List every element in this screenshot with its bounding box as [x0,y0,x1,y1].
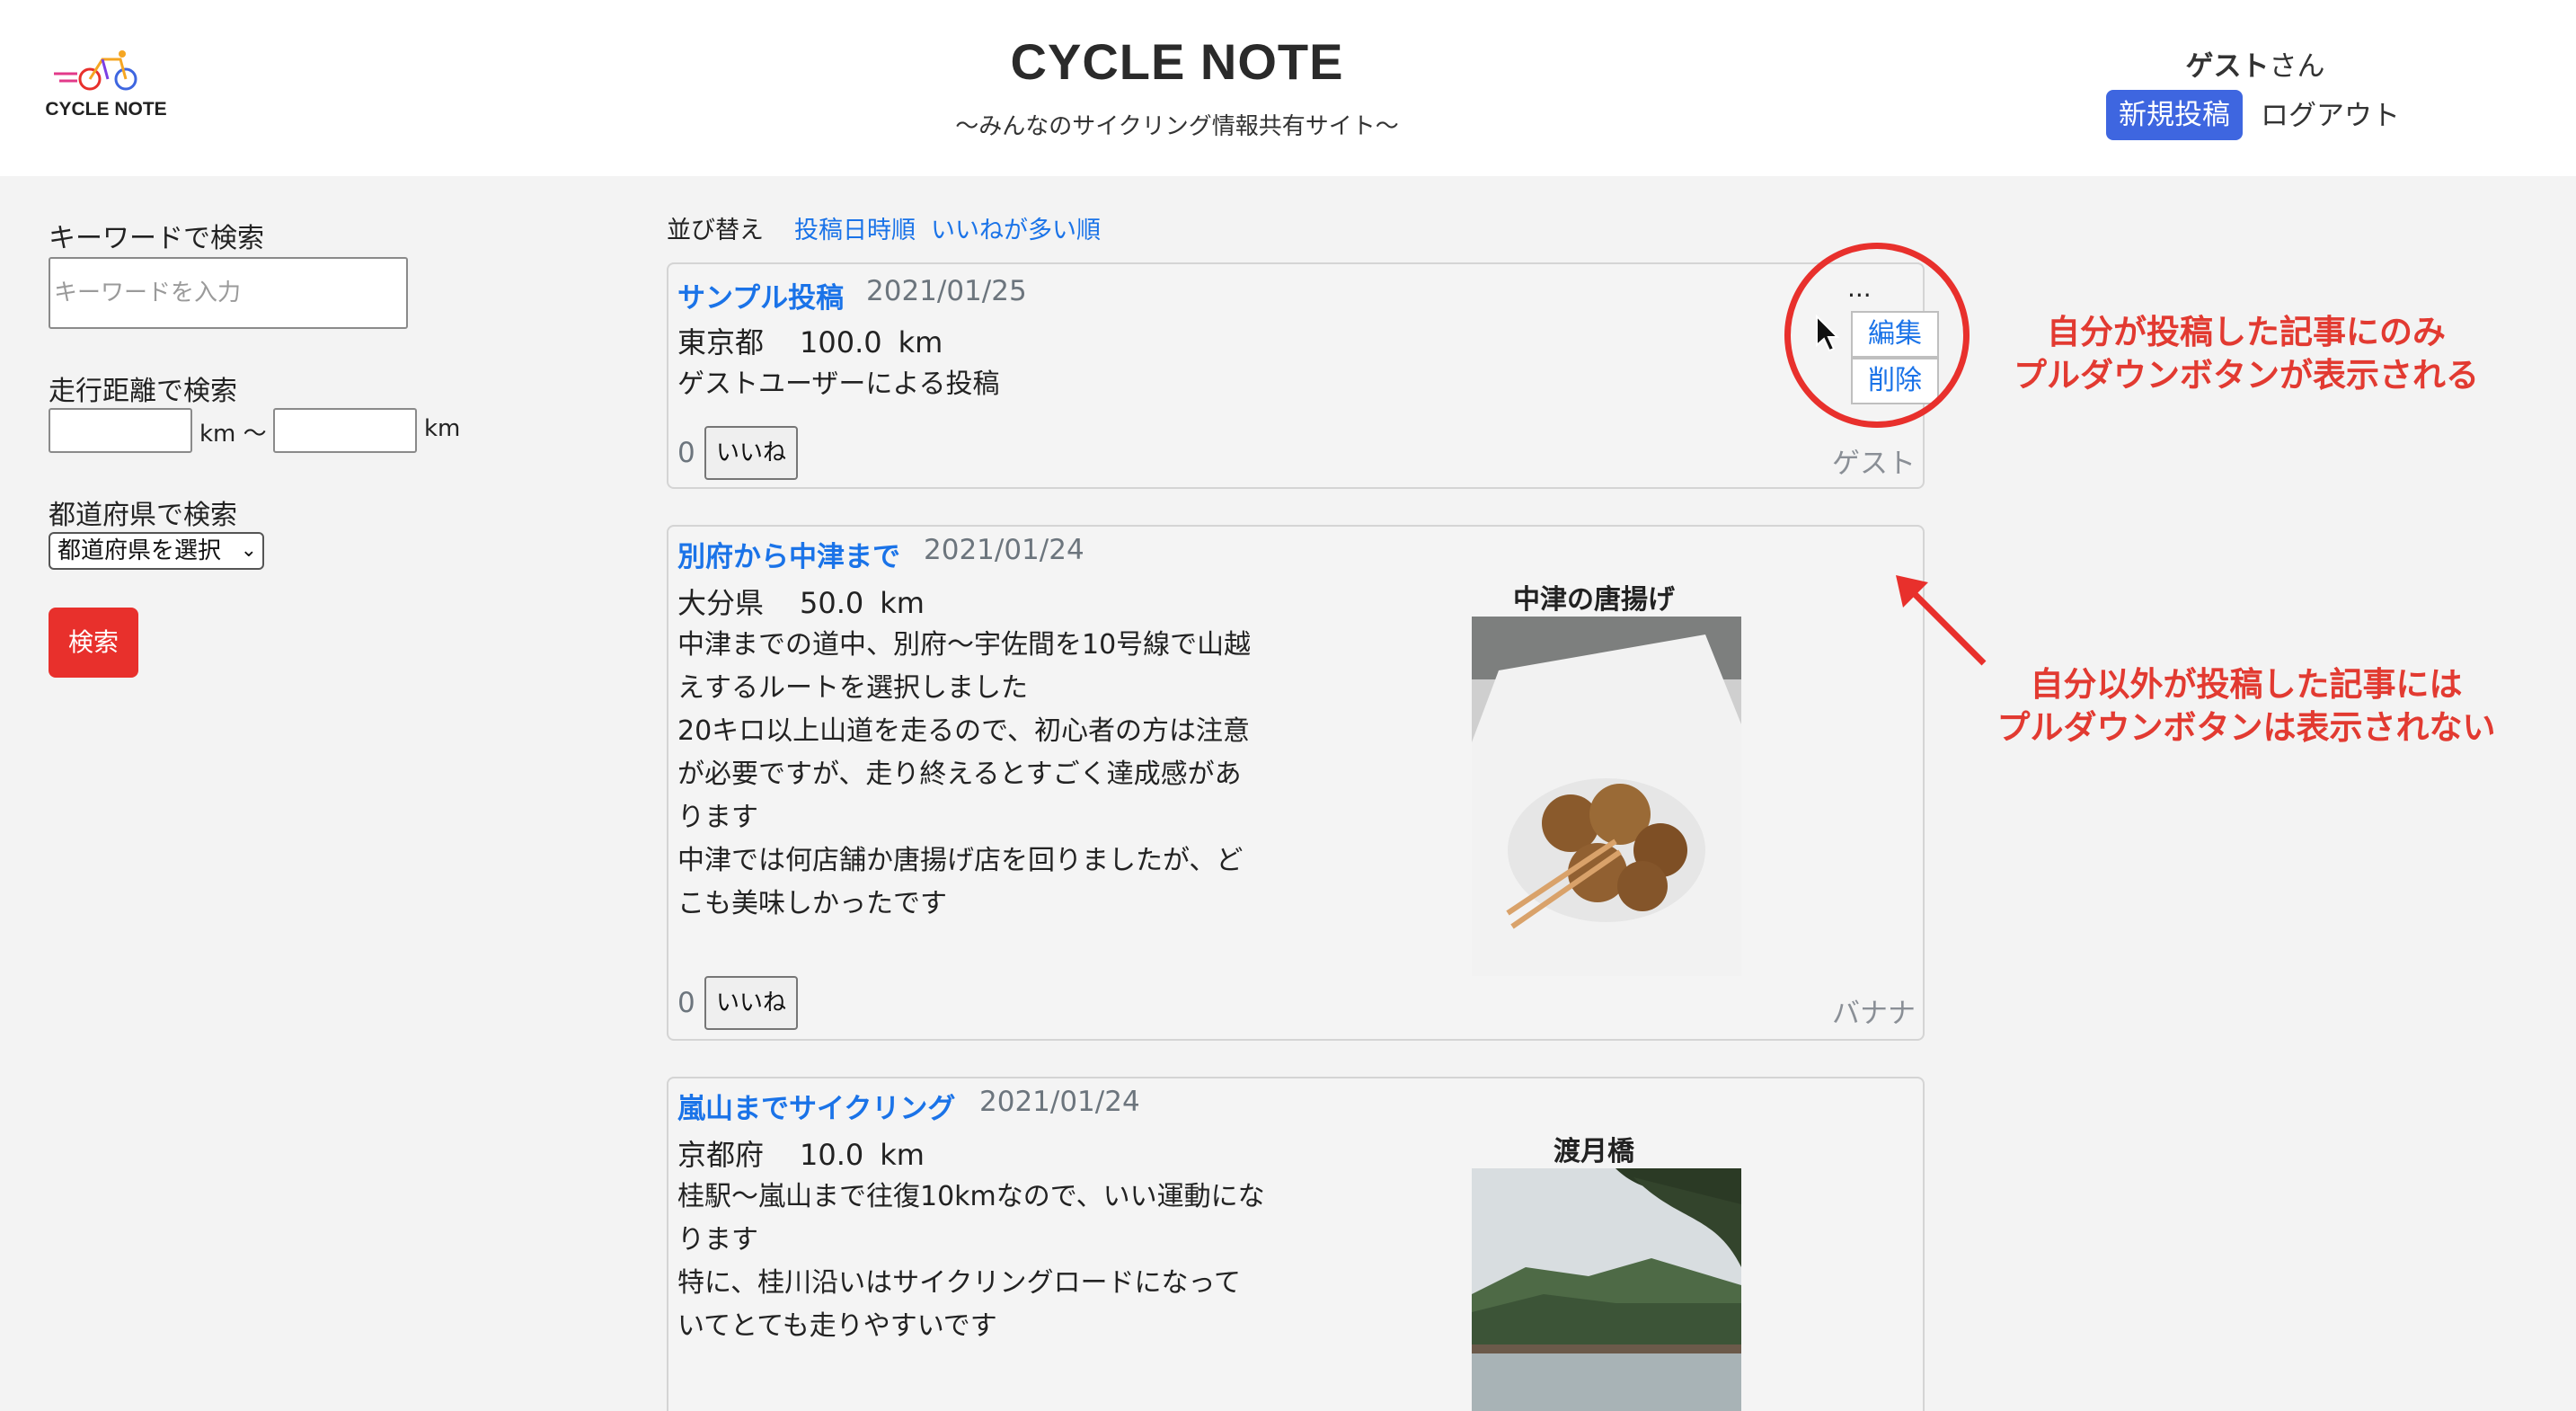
bridge-photo-icon [1472,1168,1741,1411]
post-prefecture: 東京都 [677,325,765,359]
km-unit-label: km 〜 [199,421,267,448]
km-unit-label: km [424,415,461,442]
post-body: 桂駅〜嵐山まで往復10kmなので、いい運動にな ります 特に、桂川沿いはサイクリ… [677,1181,1265,1342]
post-date: 2021/01/25 [866,275,1027,307]
post-card: 嵐山までサイクリング 2021/01/24 京都府 10.0 km 桂駅〜嵐山まで往… [667,1077,1925,1411]
post-title-link[interactable]: 嵐山までサイクリング [677,1086,955,1126]
prefecture-select[interactable]: 都道府県を選択 ⌄ [49,532,264,570]
annotation-line: 自分以外が投稿した記事には [2030,665,2463,704]
post-distance: 10.0 [800,1138,864,1172]
post-author: バナナ [1832,998,1916,1030]
annotation-own-post-note: 自分が投稿した記事にのみ プルダウンボタンが表示される [1959,311,2534,397]
post-card: サンプル投稿 2021/01/25 東京都 100.0 km ゲストユーザーによる投… [667,262,1939,489]
annotation-circle [1784,243,1970,428]
sort-label: 並び替え [667,217,764,244]
site-subtitle: 〜みんなのサイクリング情報共有サイト〜 [955,113,1399,140]
post-body: ゲストユーザーによる投稿 [677,368,1000,400]
user-suffix: さん [2269,50,2325,83]
post-title-link[interactable]: サンプル投稿 [677,275,844,315]
site-logo[interactable]: CYCLE NOTE [43,47,169,128]
post-location-distance: 東京都 100.0 km [677,320,943,361]
post-prefecture: 京都府 [677,1138,765,1172]
like-button[interactable]: いいね [704,426,798,480]
post-distance-unit: km [880,586,925,620]
bicycle-logo-icon [54,50,137,91]
post-date: 2021/01/24 [979,1086,1140,1118]
user-greeting: ゲストさん [2138,43,2372,84]
post-image-caption: 渡月橋 [1554,1136,1634,1167]
annotation-arrow-icon [1896,575,1987,666]
post-distance: 50.0 [800,586,864,620]
distance-search-label: 走行距離で検索 [49,376,237,407]
site-title: CYCLE NOTE [1010,33,1344,90]
post-prefecture: 大分県 [677,586,765,620]
post-image [1472,617,1741,976]
post-card: 別府から中津まで 2021/01/24 大分県 50.0 km 中津までの道中、別府… [667,525,1925,1041]
post-image-caption: 中津の唐揚げ [1513,584,1675,616]
post-body: 中津までの道中、別府〜宇佐間を10号線で山越 えするルートを選択しました 20キ… [677,629,1252,919]
annotation-line: プルダウンボタンは表示されない [1996,708,2496,747]
post-image [1472,1168,1741,1411]
annotation-line: 自分が投稿した記事にのみ [2047,313,2446,351]
post-distance-unit: km [880,1138,925,1172]
keyword-search-input[interactable] [49,257,408,329]
prefecture-search-label: 都道府県で検索 [49,500,237,531]
post-location-distance: 京都府 10.0 km [677,1132,925,1174]
post-distance-unit: km [898,325,943,359]
like-count: 0 [677,437,695,469]
like-count: 0 [677,987,695,1019]
sort-by-date-link[interactable]: 投稿日時順 [794,210,916,245]
post-distance: 100.0 [800,325,882,359]
logout-link[interactable]: ログアウト [2261,93,2404,138]
sort-by-likes-link[interactable]: いいねが多い順 [931,210,1101,245]
post-date: 2021/01/24 [924,534,1084,566]
site-header: CYCLE NOTE CYCLE NOTE 〜みんなのサイクリング情報共有サイト… [0,0,2576,176]
logo-text: CYCLE NOTE [45,99,167,120]
new-post-button[interactable]: 新規投稿 [2106,90,2243,140]
post-title-link[interactable]: 別府から中津まで [677,534,900,574]
keyword-search-label: キーワードで検索 [49,223,264,254]
user-name: ゲスト [2185,50,2270,83]
post-location-distance: 大分県 50.0 km [677,581,925,622]
search-button[interactable]: 検索 [49,608,138,678]
distance-max-input[interactable] [273,408,417,453]
annotation-other-post-note: 自分以外が投稿した記事には プルダウンボタンは表示されない [1950,663,2543,750]
like-button[interactable]: いいね [704,976,798,1030]
chevron-down-icon: ⌄ [240,539,257,562]
karaage-photo-icon [1472,617,1741,976]
annotation-line: プルダウンボタンが表示される [2014,356,2479,395]
post-author: ゲスト [1832,448,1916,480]
prefecture-select-value: 都道府県を選択 [58,537,222,564]
distance-min-input[interactable] [49,408,192,453]
